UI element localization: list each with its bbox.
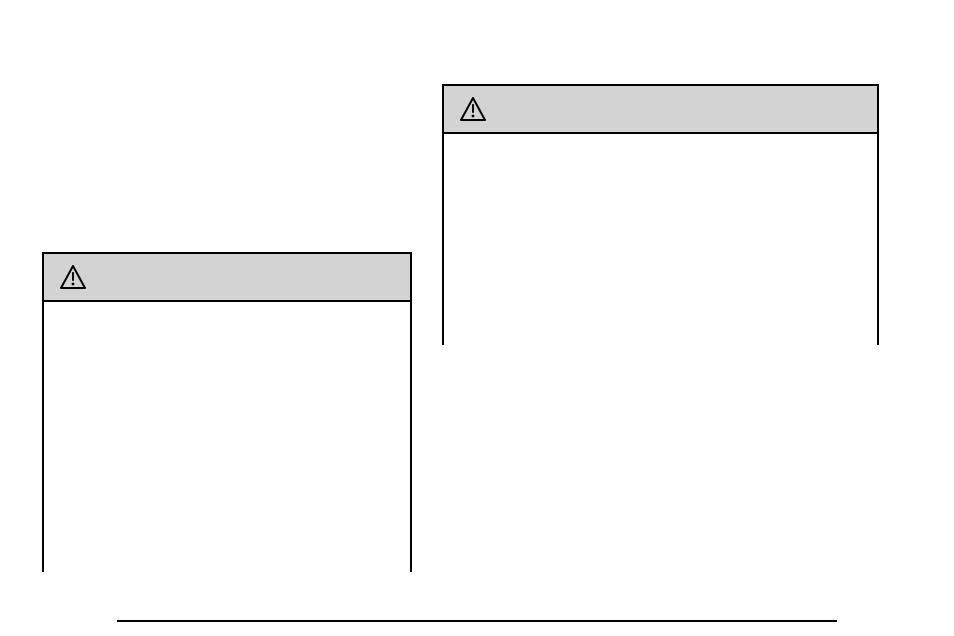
document-page	[0, 0, 954, 636]
warning-box-left	[42, 252, 412, 572]
warning-box-header	[444, 86, 877, 134]
warning-box-right	[442, 84, 879, 345]
horizontal-divider	[117, 620, 837, 622]
warning-triangle-icon	[60, 265, 86, 289]
warning-box-header	[44, 254, 410, 302]
warning-triangle-icon	[460, 97, 486, 121]
warning-box-body	[44, 302, 410, 572]
warning-box-body	[444, 134, 877, 345]
